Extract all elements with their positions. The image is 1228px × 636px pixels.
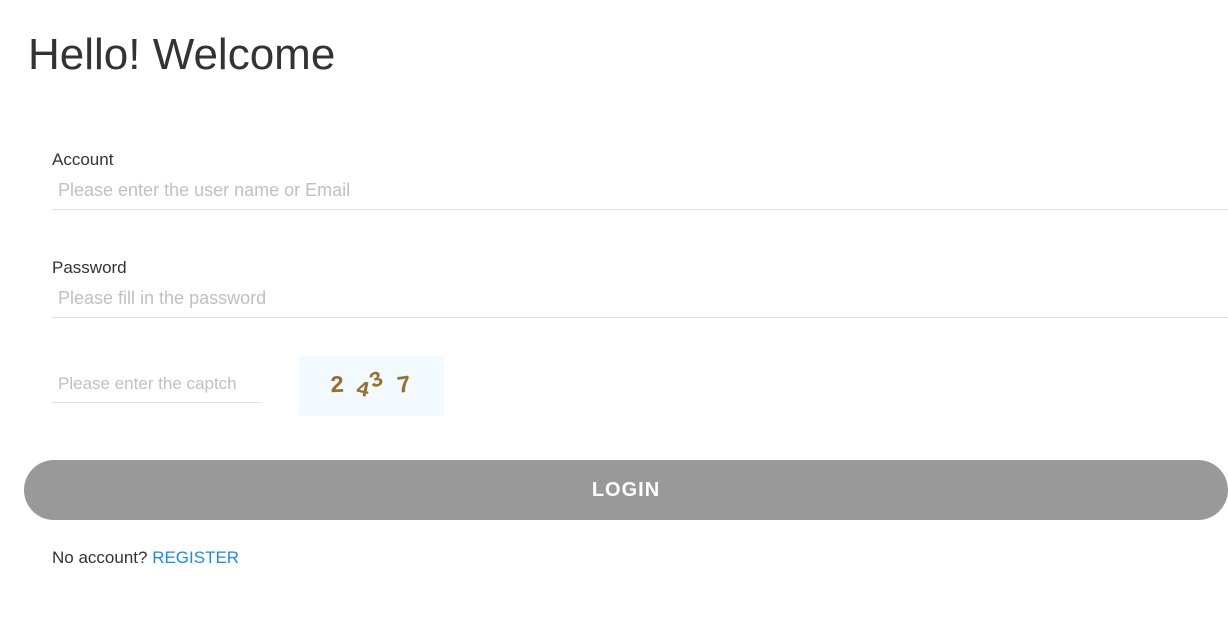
register-row: No account? REGISTER <box>52 548 1228 568</box>
login-form: Account Password 2 4 3 7 LOGIN No accoun… <box>0 150 1228 568</box>
account-label: Account <box>52 150 1228 170</box>
account-input[interactable] <box>52 176 1228 210</box>
account-group: Account <box>52 150 1228 210</box>
login-button[interactable]: LOGIN <box>24 460 1228 520</box>
no-account-text: No account? <box>52 548 152 567</box>
password-input[interactable] <box>52 284 1228 318</box>
captcha-input[interactable] <box>52 370 262 403</box>
password-group: Password <box>52 258 1228 318</box>
captcha-row: 2 4 3 7 <box>52 356 1228 416</box>
captcha-char: 2 <box>330 372 346 400</box>
register-link[interactable]: REGISTER <box>152 548 239 567</box>
captcha-image[interactable]: 2 4 3 7 <box>298 356 444 416</box>
password-label: Password <box>52 258 1228 278</box>
captcha-char: 7 <box>395 372 413 401</box>
page-title: Hello! Welcome <box>28 30 1228 80</box>
